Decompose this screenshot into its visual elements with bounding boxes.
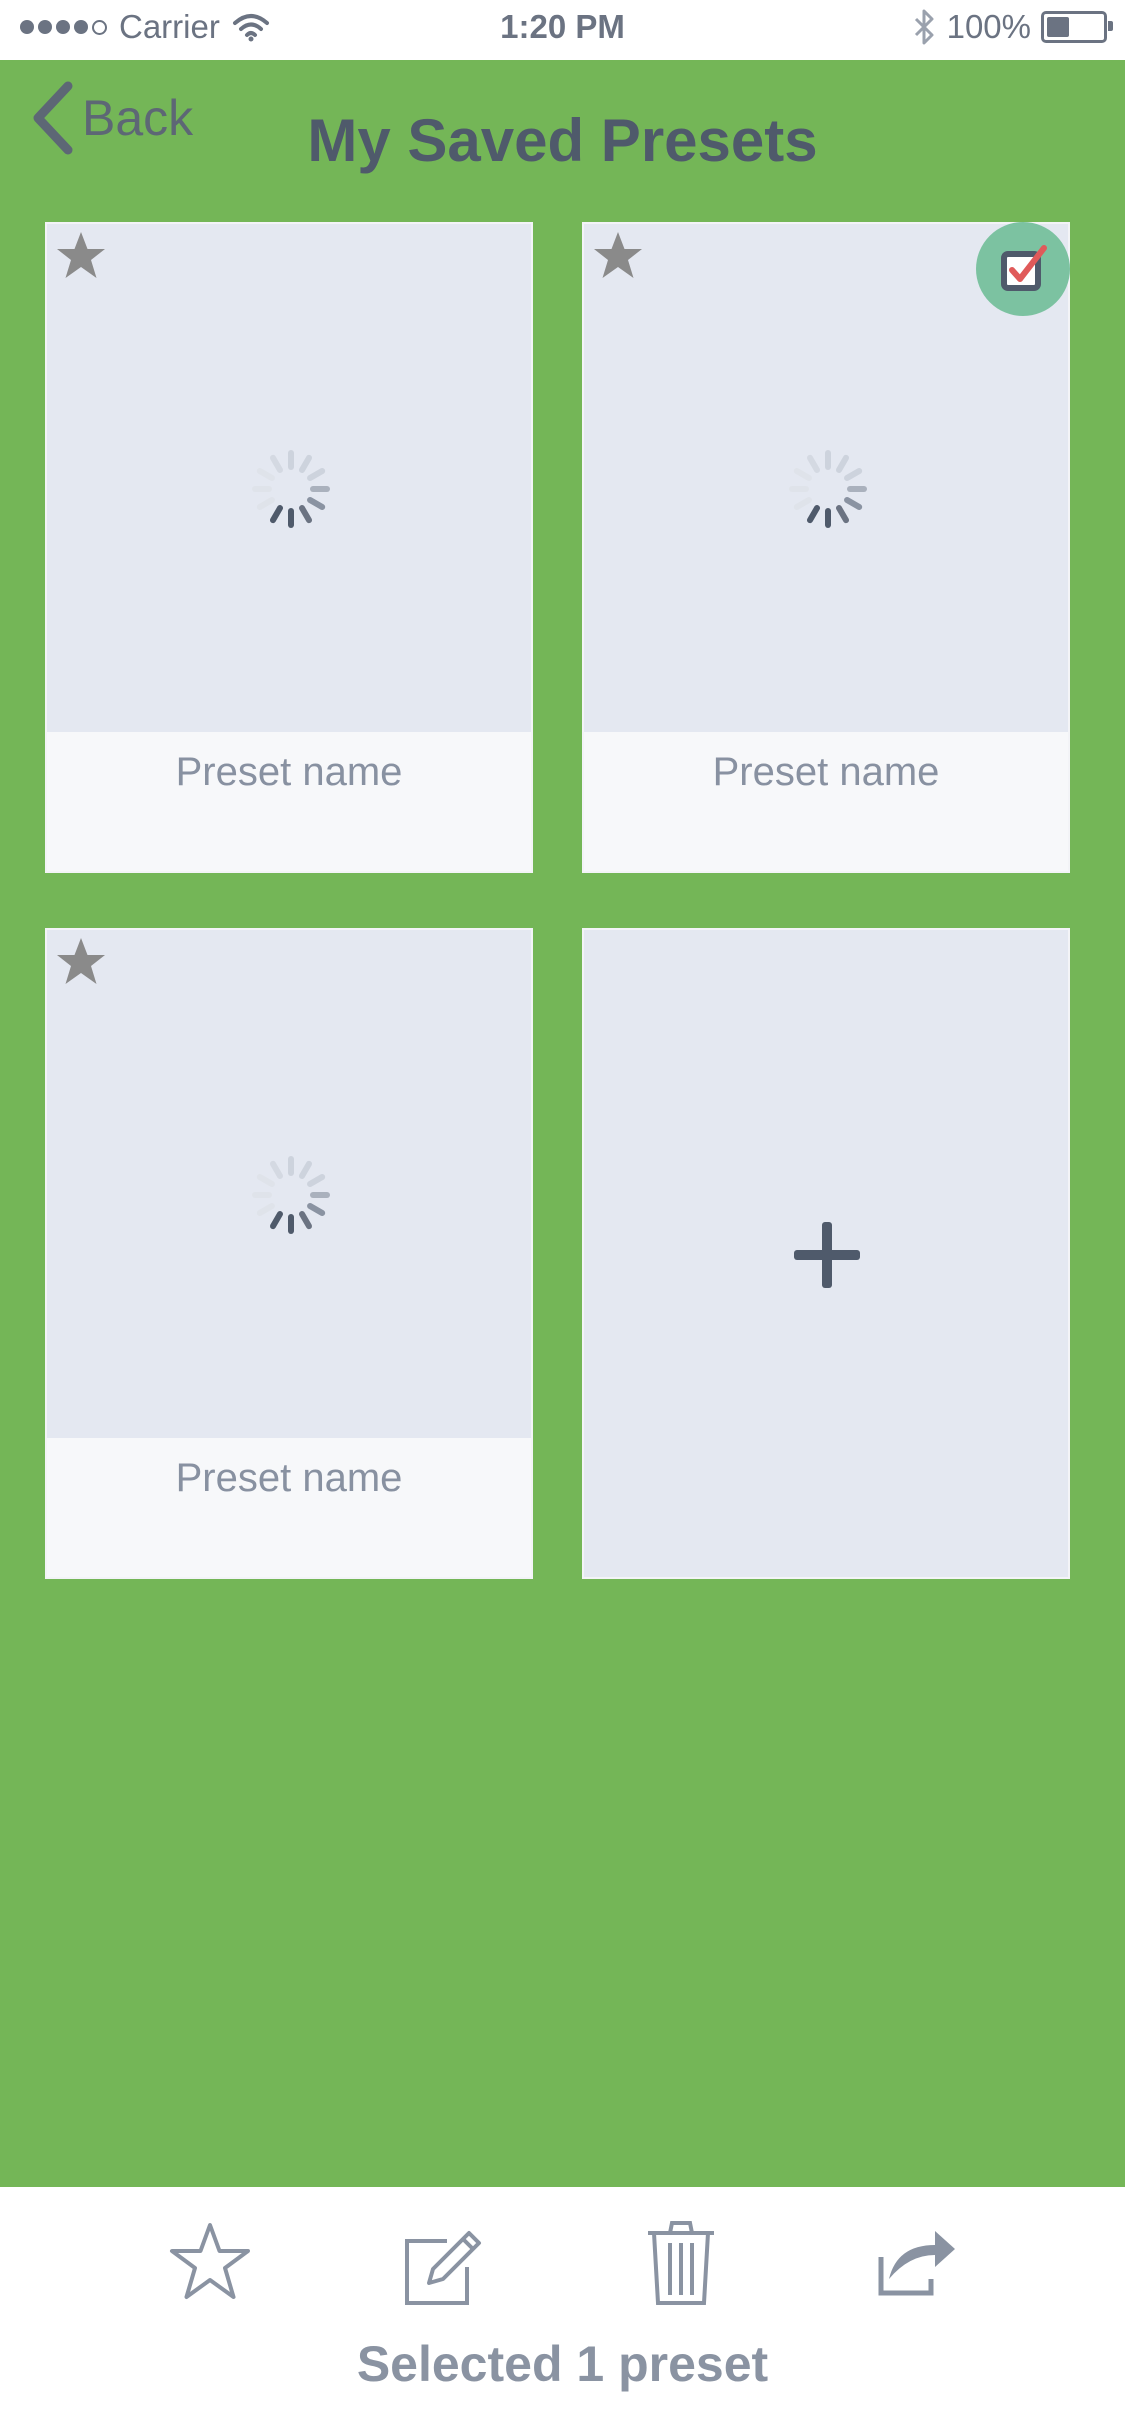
favorite-star-icon[interactable] — [51, 932, 111, 992]
preset-card-footer: Preset name — [584, 732, 1068, 871]
checkbox-checked-icon — [1001, 245, 1047, 291]
battery-icon — [1041, 11, 1113, 43]
favorite-star-icon[interactable] — [588, 226, 648, 286]
bluetooth-icon — [914, 9, 934, 45]
preset-card[interactable]: Preset name — [45, 928, 533, 1579]
preset-card-footer: Preset name — [47, 1438, 531, 1577]
add-preset-button[interactable] — [582, 928, 1070, 1579]
selected-badge[interactable] — [976, 222, 1070, 316]
loading-spinner-icon — [789, 450, 867, 528]
edit-button[interactable] — [395, 2217, 485, 2307]
loading-spinner-icon — [252, 450, 330, 528]
page-title: My Saved Presets — [307, 107, 818, 174]
favorite-button[interactable] — [165, 2217, 255, 2307]
share-icon — [878, 2231, 955, 2296]
status-bar: Carrier 1:20 PM 100% — [0, 0, 1125, 60]
star-icon — [170, 2223, 250, 2299]
preset-name: Preset name — [175, 750, 403, 794]
bottom-toolbar: Selected 1 preset — [0, 2187, 1125, 2436]
favorite-star-icon[interactable] — [51, 226, 111, 286]
preset-preview — [47, 930, 531, 1440]
preset-name: Preset name — [175, 1456, 403, 1500]
loading-spinner-icon — [252, 1156, 330, 1234]
preset-card-selected[interactable]: Preset name — [582, 222, 1070, 873]
preset-card-footer: Preset name — [47, 732, 531, 871]
delete-button[interactable] — [636, 2217, 726, 2307]
trash-icon — [648, 2221, 714, 2305]
status-right: 100% — [913, 8, 1113, 46]
plus-icon — [794, 1222, 860, 1288]
edit-icon — [405, 2231, 481, 2305]
battery-percent: 100% — [946, 8, 1031, 45]
preset-preview — [47, 224, 531, 734]
preset-name: Preset name — [712, 750, 940, 794]
share-button[interactable] — [867, 2217, 957, 2307]
selection-status: Selected 1 preset — [356, 2336, 769, 2392]
preset-card[interactable]: Preset name — [45, 222, 533, 873]
